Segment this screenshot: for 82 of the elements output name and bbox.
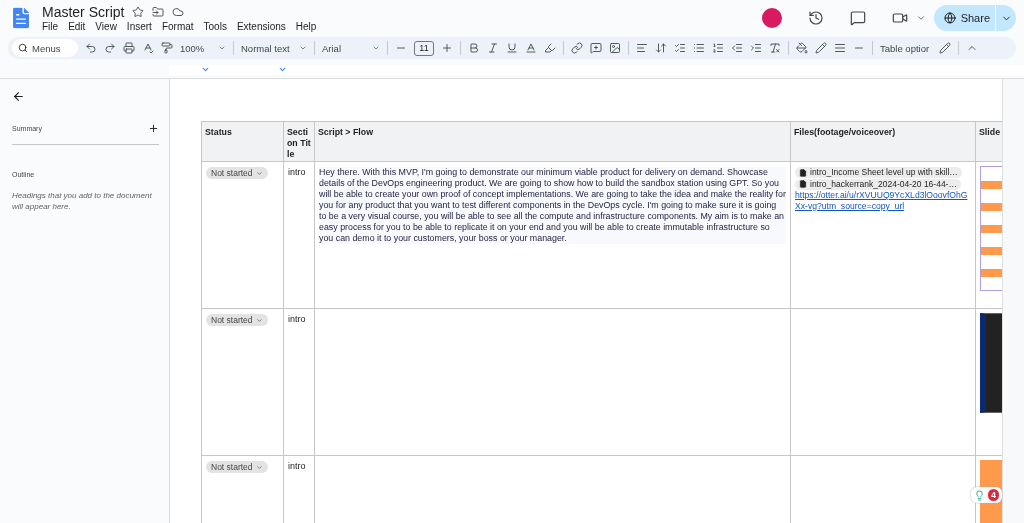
globe-icon xyxy=(943,12,956,24)
font-size-field[interactable]: 11 xyxy=(414,40,434,56)
file-icon xyxy=(799,168,807,177)
fill-color-icon[interactable] xyxy=(796,42,808,54)
caret-icon[interactable] xyxy=(915,13,926,23)
file-icon xyxy=(799,180,807,188)
back-arrow-icon[interactable] xyxy=(12,90,25,103)
align-left-icon[interactable] xyxy=(636,42,648,54)
bullet-list-icon[interactable] xyxy=(693,42,705,54)
editing-mode-icon[interactable] xyxy=(939,42,951,54)
table-cell: intro xyxy=(284,456,315,523)
print-icon[interactable] xyxy=(123,42,135,54)
indent-increase-icon[interactable] xyxy=(750,42,762,54)
zoom-dropdown[interactable]: 100% xyxy=(180,42,226,54)
underline-icon[interactable] xyxy=(506,42,518,54)
border-width-icon[interactable] xyxy=(834,42,846,54)
table-cell: intro xyxy=(284,162,315,309)
caret-icon xyxy=(255,169,263,177)
indent-marker-icon[interactable] xyxy=(278,65,287,74)
paint-format-icon[interactable] xyxy=(161,42,173,54)
file-chip[interactable]: intro_Income Sheet level up with skill… xyxy=(795,167,962,178)
indent-decrease-icon[interactable] xyxy=(731,42,743,54)
extension-widget[interactable]: 4 xyxy=(971,487,1002,503)
menu-item[interactable]: Tools xyxy=(203,21,227,32)
checklist-icon[interactable] xyxy=(674,42,686,54)
border-color-icon[interactable] xyxy=(815,42,827,54)
menus-search-field[interactable]: Menus xyxy=(12,39,78,57)
link-icon[interactable] xyxy=(571,42,583,54)
column-header: Slide xyxy=(976,122,1002,162)
menu-item[interactable]: Edit xyxy=(68,21,86,32)
status-chip[interactable]: Not started xyxy=(206,167,268,179)
text-color-icon[interactable] xyxy=(525,42,537,54)
italic-icon[interactable] xyxy=(487,42,499,54)
column-header: Status xyxy=(202,122,284,162)
table-options-button[interactable]: Table optior xyxy=(880,42,932,54)
column-header: Secti on Title xyxy=(284,122,315,162)
image-icon[interactable] xyxy=(609,42,621,54)
avatar[interactable] xyxy=(761,8,782,28)
add-icon[interactable] xyxy=(148,123,159,134)
status-chip[interactable]: Not started xyxy=(206,461,268,473)
bold-icon[interactable] xyxy=(468,42,480,54)
folder-icon[interactable] xyxy=(152,6,165,18)
script-text: Hey there. With this MVP, I'm going to demonstrate our minimum viable product for delivery on demand. Showcase details of the DevOps engineering product. We are going to show how to build the sandbox station using GPT. So you will be able to create your own proof of concept implementations. We are going to take the idea and make the reality for you for any product that you want to test different components in the DevOps cycle. I'm going to make sure it is going to be a very visual course, you will be able to see all the compute and infrastructure components. My aim is to make an easy process for you to be able to replicate it on your end and you will be able to create immutable infrastructure so you can demo it to your customers, your boss or your manager. xyxy=(319,167,786,244)
menu-item[interactable]: Insert xyxy=(126,21,152,32)
highlighter-icon[interactable] xyxy=(544,42,556,54)
font-dropdown[interactable]: Arial xyxy=(322,42,380,54)
star-icon[interactable] xyxy=(132,6,145,18)
history-icon[interactable] xyxy=(807,10,824,26)
file-chip[interactable]: intro_hackerrank_2024-04-20 16-44-… xyxy=(795,178,961,190)
outline-hint: Headings that you add to the document will appear here. xyxy=(12,190,153,212)
spellcheck-icon[interactable] xyxy=(142,42,154,54)
status-chip[interactable]: Not started xyxy=(206,314,268,326)
table-cell: intro xyxy=(284,309,315,456)
add-comment-icon[interactable] xyxy=(590,42,602,54)
menu-item[interactable]: Extensions xyxy=(236,21,286,32)
menu-item[interactable]: Help xyxy=(295,21,317,32)
clear-formatting-icon[interactable] xyxy=(769,42,781,54)
caret-icon xyxy=(372,44,380,52)
search-icon xyxy=(18,43,28,53)
column-header: Script > Flow xyxy=(315,122,791,162)
caret-icon xyxy=(218,44,226,52)
style-dropdown[interactable]: Normal text xyxy=(241,42,307,54)
numbered-list-icon[interactable] xyxy=(712,42,724,54)
video-icon[interactable] xyxy=(891,10,908,26)
notification-badge: 4 xyxy=(988,489,999,501)
share-button[interactable]: Share xyxy=(933,5,1016,31)
document-title[interactable]: Master Script xyxy=(42,4,125,20)
increase-size-icon[interactable] xyxy=(441,42,453,54)
menu-item[interactable]: Format xyxy=(161,21,194,32)
cloud-icon[interactable] xyxy=(172,6,185,18)
redo-icon[interactable] xyxy=(104,42,116,54)
caret-icon xyxy=(299,44,307,52)
caret-icon xyxy=(255,316,263,324)
menu-item[interactable]: File xyxy=(42,21,59,32)
link[interactable]: https://otter.ai/u/rXVUUQ9YcXLd3lOoovfOhGXx-vg?utm_source=copy_url xyxy=(795,190,971,212)
indent-marker-icon[interactable] xyxy=(201,65,210,74)
column-header: Files(footage/voiceover) xyxy=(791,122,976,162)
menu-item[interactable]: View xyxy=(95,21,117,32)
caret-icon xyxy=(255,463,263,471)
undo-icon[interactable] xyxy=(85,42,97,54)
comment-icon[interactable] xyxy=(849,10,866,26)
line-spacing-icon[interactable] xyxy=(655,42,667,54)
